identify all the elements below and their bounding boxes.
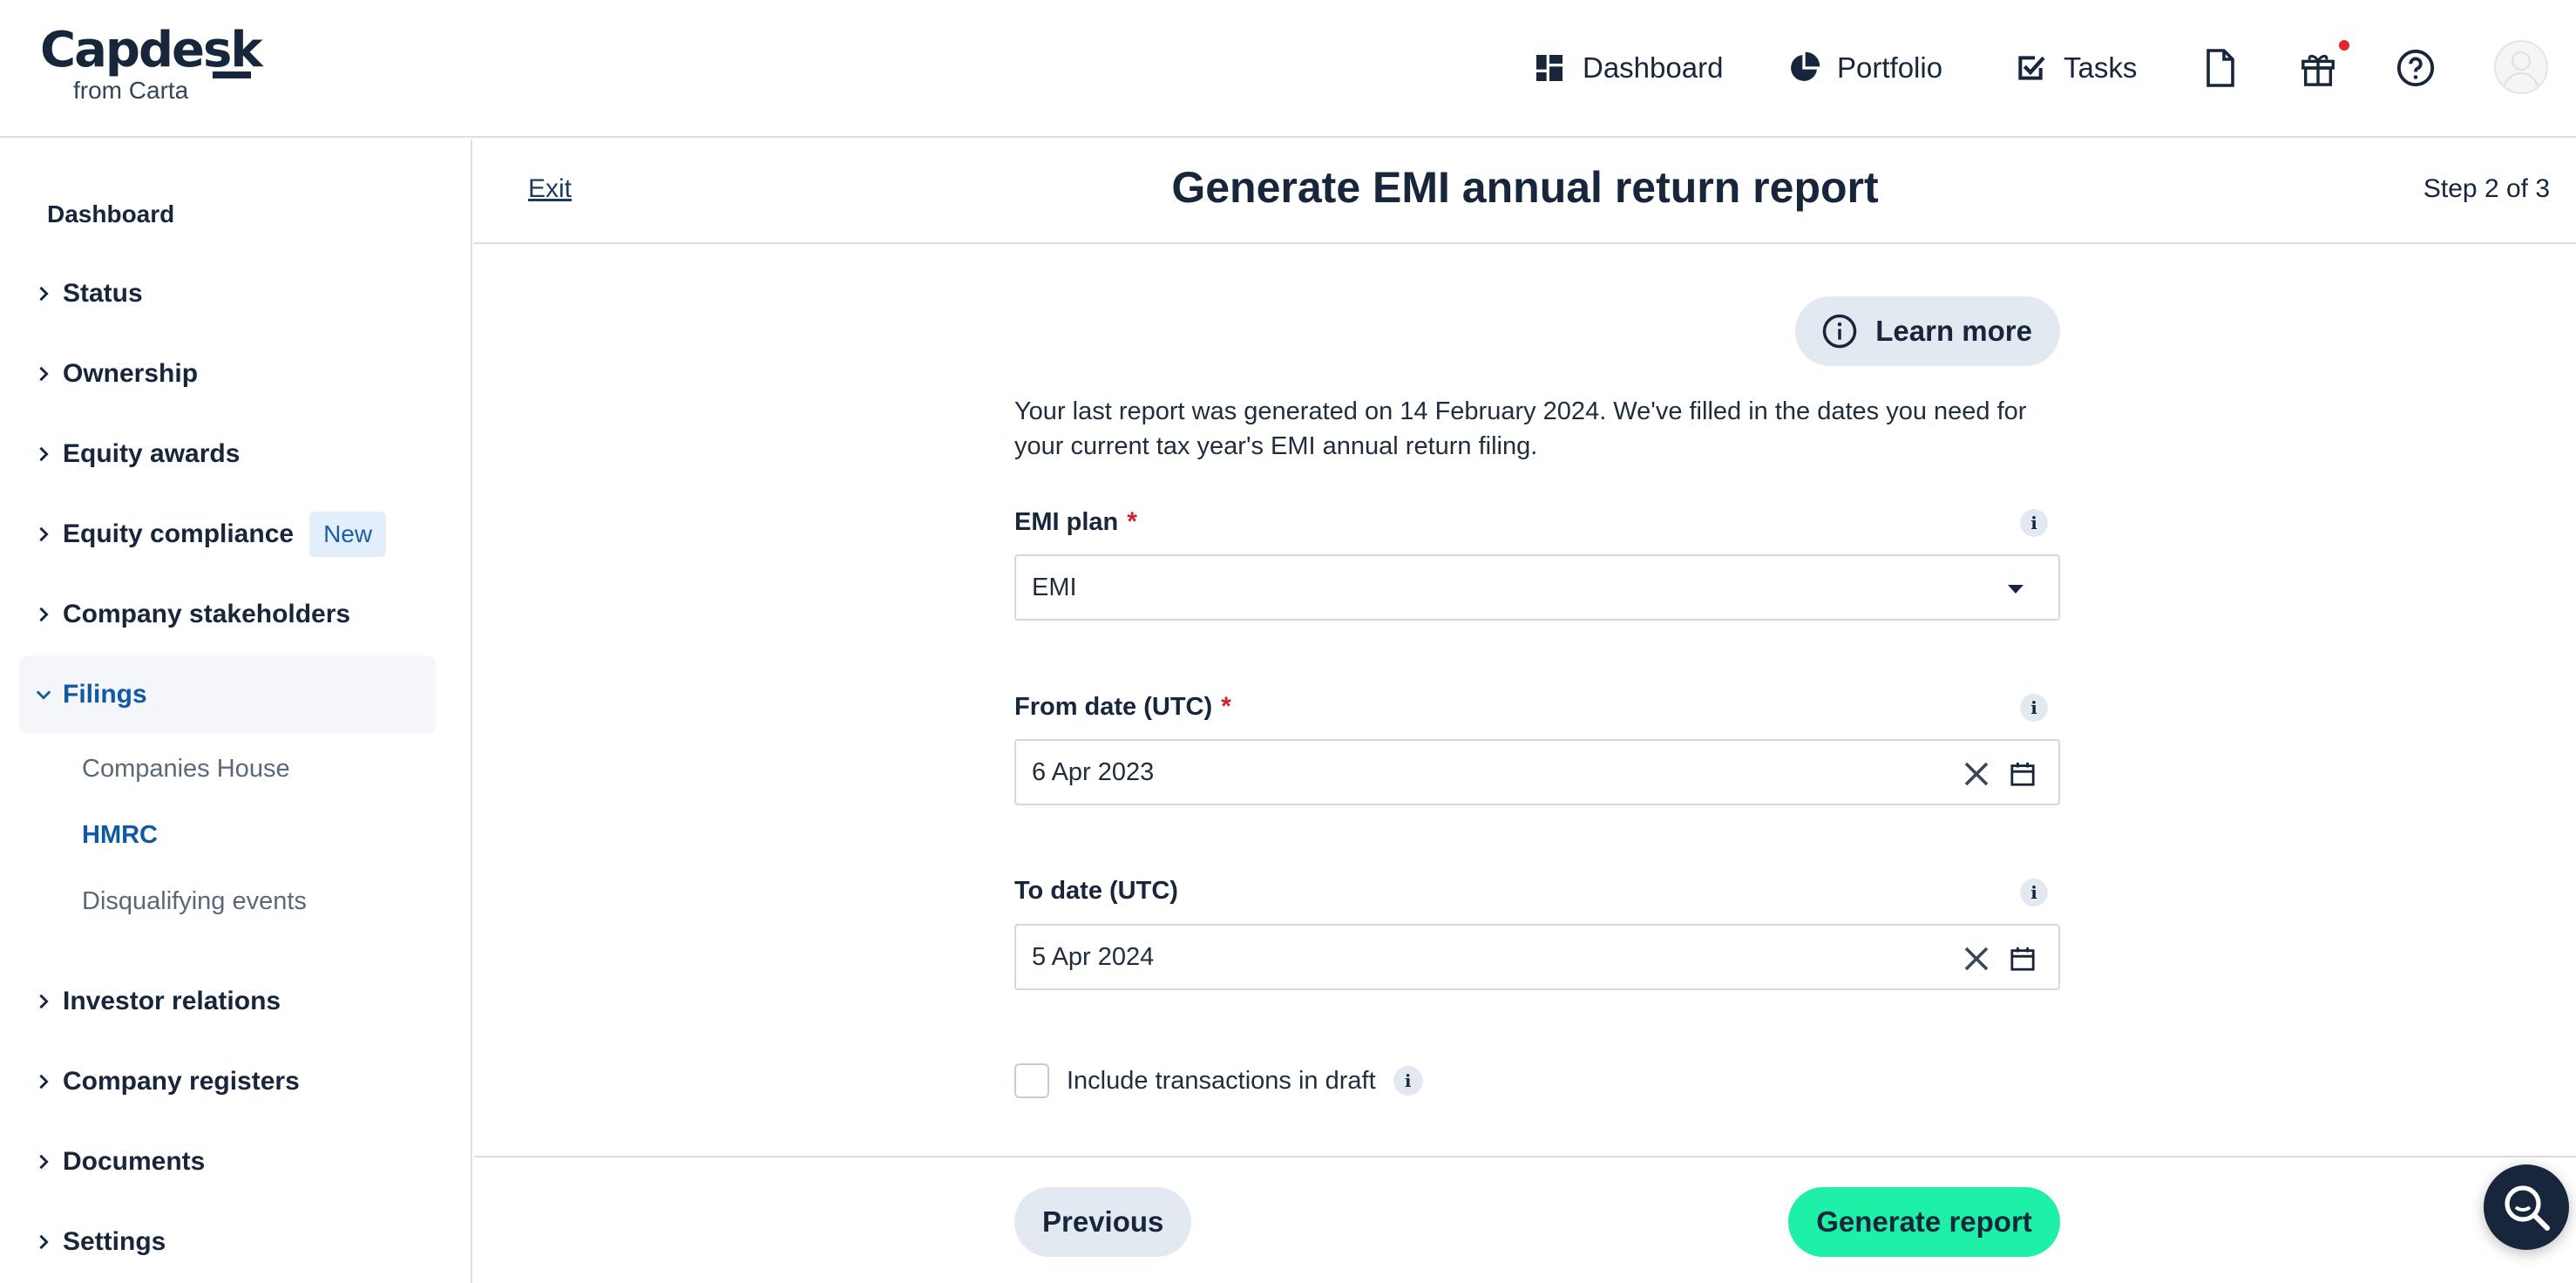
nav-portfolio-label: Portfolio <box>1837 51 1943 84</box>
sidebar-item-equity-compliance[interactable]: Equity compliance New <box>19 495 436 574</box>
logo-subtitle: from Carta <box>73 77 189 104</box>
chevron-right-icon <box>19 1234 63 1250</box>
notification-dot <box>2339 40 2349 51</box>
sidebar-item-equity-awards[interactable]: Equity awards <box>19 415 436 493</box>
clear-icon[interactable] <box>1963 760 1990 788</box>
avatar[interactable] <box>2494 40 2548 94</box>
chevron-right-icon <box>19 1074 63 1090</box>
sidebar-item-settings[interactable]: Settings <box>19 1203 436 1281</box>
chevron-right-icon <box>19 607 63 622</box>
info-icon[interactable]: i <box>2020 694 2048 722</box>
sidebar-item-documents[interactable]: Documents <box>19 1123 436 1201</box>
chevron-right-icon <box>19 1154 63 1170</box>
capdesk-logo[interactable]: Capdesk from Carta <box>40 22 263 105</box>
sidebar-item-company-registers[interactable]: Company registers <box>19 1042 436 1121</box>
from-date-input[interactable]: 6 Apr 2023 <box>1014 739 2060 805</box>
sidebar-item-status[interactable]: Status <box>19 255 436 333</box>
document-icon[interactable] <box>2200 45 2241 91</box>
sidebar-item-investor-relations[interactable]: Investor relations <box>19 962 436 1041</box>
info-icon[interactable]: i <box>2020 509 2048 537</box>
nav-dashboard[interactable]: Dashboard <box>1532 38 1723 98</box>
info-icon[interactable]: i <box>2020 879 2048 906</box>
include-draft-label[interactable]: Include transactions in draft <box>1067 1067 1376 1096</box>
learn-more-label: Learn more <box>1875 315 2032 347</box>
include-draft-row: Include transactions in draft i <box>1014 1063 1423 1098</box>
sidebar-subitem-disqualifying-events[interactable]: Disqualifying events <box>82 887 307 916</box>
sidebar-item-ownership[interactable]: Ownership <box>19 335 436 413</box>
include-draft-checkbox[interactable] <box>1014 1063 1049 1098</box>
to-date-input[interactable]: 5 Apr 2024 <box>1014 924 2060 990</box>
to-date-value: 5 Apr 2024 <box>1032 942 1155 971</box>
sidebar-item-label: Settings <box>63 1227 166 1256</box>
generate-report-button[interactable]: Generate report <box>1788 1187 2060 1257</box>
help-icon[interactable] <box>2395 45 2437 91</box>
chevron-right-icon <box>19 366 63 382</box>
sidebar-item-label: Company stakeholders <box>63 600 351 628</box>
pie-chart-icon <box>1791 51 1820 81</box>
logo-underline <box>213 71 251 78</box>
nav-portfolio[interactable]: Portfolio <box>1786 38 1942 98</box>
emi-plan-select[interactable]: EMI <box>1014 554 2060 621</box>
sidebar-item-company-stakeholders[interactable]: Company stakeholders <box>19 575 436 654</box>
nav-tasks-label: Tasks <box>2064 51 2138 84</box>
sidebar-item-label: Investor relations <box>63 987 281 1015</box>
sidebar-item-label: Equity awards <box>63 439 241 468</box>
previous-button[interactable]: Previous <box>1014 1187 1192 1257</box>
chevron-right-icon <box>19 526 63 542</box>
chevron-down-icon <box>19 687 63 703</box>
to-date-label: To date (UTC) <box>1014 877 1178 906</box>
gift-icon[interactable] <box>2297 45 2339 91</box>
page-title: Generate EMI annual return report <box>1171 163 1879 212</box>
sidebar: Dashboard Status Ownership Equity awards… <box>0 139 472 1283</box>
checkbox-tasks-icon <box>2018 56 2045 80</box>
required-marker: * <box>1221 692 1231 721</box>
clear-icon[interactable] <box>1963 945 1990 973</box>
chevron-right-icon <box>19 446 63 462</box>
calendar-icon[interactable] <box>2010 945 2036 973</box>
caret-down-icon <box>2008 585 2024 594</box>
emi-plan-label: EMI plan * <box>1014 507 1137 537</box>
from-date-label-text: From date (UTC) <box>1014 692 1213 721</box>
chevron-right-icon <box>19 994 63 1009</box>
sidebar-title[interactable]: Dashboard <box>47 200 174 228</box>
nav-tasks[interactable]: Tasks <box>2013 38 2137 98</box>
emi-plan-label-text: EMI plan <box>1014 507 1119 536</box>
sidebar-subitem-companies-house[interactable]: Companies House <box>82 755 290 784</box>
from-date-label: From date (UTC) * <box>1014 692 1231 722</box>
sidebar-item-label: Equity compliance <box>63 519 295 548</box>
sidebar-subitem-hmrc[interactable]: HMRC <box>82 821 158 850</box>
support-chat-button[interactable] <box>2484 1164 2569 1250</box>
new-badge: New <box>309 512 387 557</box>
from-date-value: 6 Apr 2023 <box>1032 757 1155 786</box>
calendar-icon[interactable] <box>2010 760 2036 788</box>
sidebar-item-label: Filings <box>63 680 147 709</box>
chevron-right-icon <box>19 286 63 302</box>
to-date-label-text: To date (UTC) <box>1014 877 1178 905</box>
sidebar-item-filings[interactable]: Filings <box>19 655 436 734</box>
wizard-footer: Previous Generate report <box>474 1156 2576 1283</box>
learn-more-button[interactable]: Learn more <box>1795 296 2060 366</box>
nav-dashboard-label: Dashboard <box>1583 51 1724 84</box>
info-circle-icon <box>1823 314 1857 349</box>
sidebar-item-label: Company registers <box>63 1067 300 1096</box>
dashboard-icon <box>1536 55 1563 81</box>
emi-plan-value: EMI <box>1032 573 1077 601</box>
info-icon[interactable]: i <box>1393 1066 1423 1096</box>
logo-wordmark: Capdesk <box>40 22 263 78</box>
wizard-header: Exit Generate EMI annual return report S… <box>474 139 2576 244</box>
sidebar-item-label: Status <box>63 279 143 308</box>
sidebar-item-label: Documents <box>63 1147 206 1176</box>
intro-text: Your last report was generated on 14 Feb… <box>1014 397 2027 460</box>
required-marker: * <box>1127 507 1137 536</box>
step-indicator: Step 2 of 3 <box>2423 174 2550 203</box>
top-bar: Capdesk from Carta Dashboard Portfolio T… <box>0 0 2576 138</box>
search-chat-icon <box>2505 1185 2550 1231</box>
sidebar-item-label: Ownership <box>63 359 199 388</box>
